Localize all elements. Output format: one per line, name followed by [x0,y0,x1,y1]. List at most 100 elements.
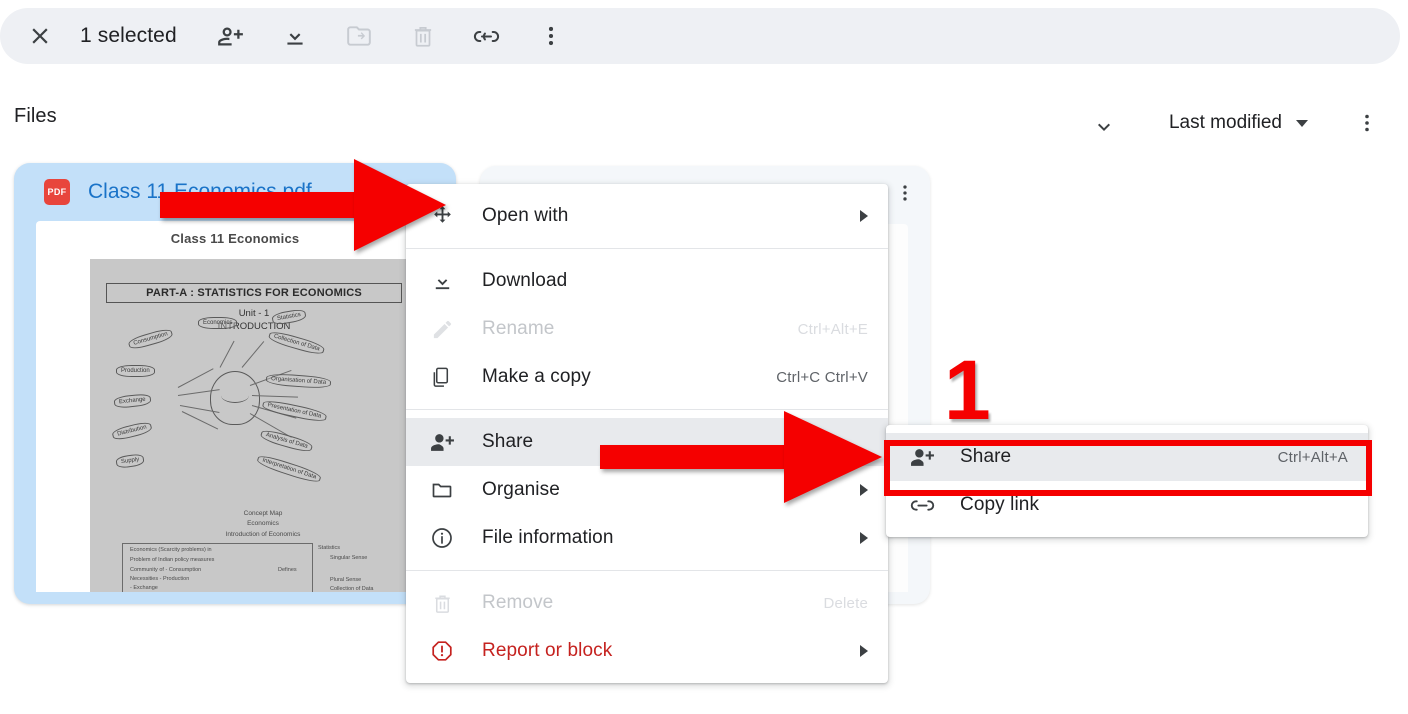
share-submenu: Share Ctrl+Alt+A Copy link [886,425,1368,537]
share-icon [217,23,244,50]
tree-row: Collection of Data [330,586,373,592]
tree-title-line: Concept Map [118,509,408,519]
thumbnail-heading: Class 11 Economics [36,221,434,246]
more-vert-icon [894,182,916,204]
mindmap-face-sketch [210,371,260,425]
mindmap-bubble: Exchange [113,393,151,409]
mindmap-bubble: Interpretation of Data [256,453,323,485]
submenu-arrow-icon [860,645,868,657]
menu-item-organise[interactable]: Organise [406,466,888,514]
tree-sub2-line: Introduction of Economics [118,530,408,540]
tree-sub1-line: Economics [118,519,408,529]
toolbar-share-button[interactable] [209,14,253,58]
download-icon [282,23,308,49]
toolbar-move-to-folder-button[interactable] [337,14,381,58]
mindmap-bubble: Production [116,365,155,377]
thumbnail-unit: Unit - 1 INTRODUCTION [90,308,418,334]
thumbnail-page: PART-A : STATISTICS FOR ECONOMICS Unit -… [90,259,418,592]
menu-label: Make a copy [482,366,591,388]
menu-item-report-or-block[interactable]: Report or block [406,627,888,675]
menu-label: Report or block [482,640,612,662]
tree-row: Defines [278,567,297,573]
tree-row: - Exchange [130,585,158,591]
tree-branch-lines: Economics (Scarcity problems) in Problem… [118,543,408,590]
thumbnail-concept-tree: Concept Map Economics Introduction of Ec… [118,509,408,590]
tree-row: Statistics [318,545,340,551]
tree-row: Community of - Consumption [130,567,201,573]
selected-count-label: 1 selected [80,24,177,48]
view-options-button[interactable] [1344,100,1390,146]
tree-row: Singular Sense [330,555,367,561]
submenu-arrow-icon [860,484,868,496]
submenu-arrow-icon [860,210,868,222]
menu-item-make-a-copy[interactable]: Make a copy Ctrl+C Ctrl+V [406,353,888,401]
sort-field-button[interactable]: Last modified [1153,106,1322,140]
sort-direction-button[interactable] [1081,100,1127,146]
open-with-icon [428,204,456,229]
menu-label: File information [482,527,613,549]
mindmap-line [220,341,235,368]
sort-field-label: Last modified [1169,112,1282,134]
menu-label: Organise [482,479,560,501]
toolbar-download-button[interactable] [273,14,317,58]
more-vert-icon [1355,111,1379,135]
menu-shortcut: Ctrl+Alt+A [1278,449,1348,466]
menu-label: Rename [482,318,554,340]
tree-row: Necessities - Production [130,576,189,582]
toolbar-remove-button[interactable] [401,14,445,58]
mindmap-bubble: Analysis of Data [259,428,314,454]
close-icon [27,23,53,49]
arrow-down-icon [1092,111,1116,135]
link-icon [908,493,936,518]
context-menu-group: Share Organise File information [406,409,888,570]
menu-item-rename[interactable]: Rename Ctrl+Alt+E [406,305,888,353]
thumbnail-part-title: PART-A : STATISTICS FOR ECONOMICS [106,283,402,303]
menu-item-download[interactable]: Download [406,257,888,305]
move-to-folder-icon [346,23,372,49]
copy-icon [428,366,456,389]
info-circle-icon [428,526,456,550]
submenu-item-copy-link[interactable]: Copy link [886,481,1368,529]
file-card-selected[interactable]: PDF Class 11 Economics.pdf Class 11 Econ… [14,163,456,604]
sort-controls: Last modified [1081,96,1390,150]
toolbar-copy-link-button[interactable] [465,14,509,58]
menu-label: Download [482,270,567,292]
menu-item-file-information[interactable]: File information [406,514,888,562]
file-card-titlebar: PDF Class 11 Economics.pdf [14,163,456,221]
chevron-down-icon [1294,115,1310,131]
context-menu-group: Download Rename Ctrl+Alt+E Make a copy C… [406,248,888,409]
menu-label: Copy link [960,494,1039,516]
mindmap-line [178,368,214,388]
thumbnail-section-line: INTRODUCTION [90,321,418,334]
menu-label: Share [482,431,533,453]
mindmap-bubble: Supply [115,453,145,469]
mindmap-line [242,341,265,368]
share-person-add-icon [908,445,936,470]
trash-icon [410,23,436,49]
menu-item-remove[interactable]: Remove Delete [406,579,888,627]
more-options-icon [538,23,564,49]
file-name-label: Class 11 Economics.pdf [88,180,312,204]
rename-pencil-icon [428,318,456,341]
file-card-second-more-button[interactable] [894,182,916,209]
menu-label: Open with [482,205,568,227]
thumbnail-tree-heading: Concept Map Economics Introduction of Ec… [118,509,408,540]
menu-item-share[interactable]: Share [406,418,888,466]
close-selection-button[interactable] [18,14,62,58]
menu-label: Remove [482,592,553,614]
menu-shortcut: Ctrl+C Ctrl+V [776,369,868,386]
submenu-item-share[interactable]: Share Ctrl+Alt+A [886,433,1368,481]
thumbnail-unit-line: Unit - 1 [90,308,418,321]
trash-icon [428,592,456,615]
tree-row: Economics (Scarcity problems) in [130,547,212,553]
context-menu-group: Open with [406,184,888,248]
report-warning-icon [428,639,456,663]
pdf-badge: PDF [44,179,70,205]
menu-shortcut: Delete [823,595,868,612]
menu-label: Share [960,446,1011,468]
selection-toolbar: 1 selected [0,8,1400,64]
toolbar-more-options-button[interactable] [529,14,573,58]
share-person-add-icon [428,430,456,455]
mindmap-bubble: Economics [198,317,237,329]
menu-item-open-with[interactable]: Open with [406,192,888,240]
